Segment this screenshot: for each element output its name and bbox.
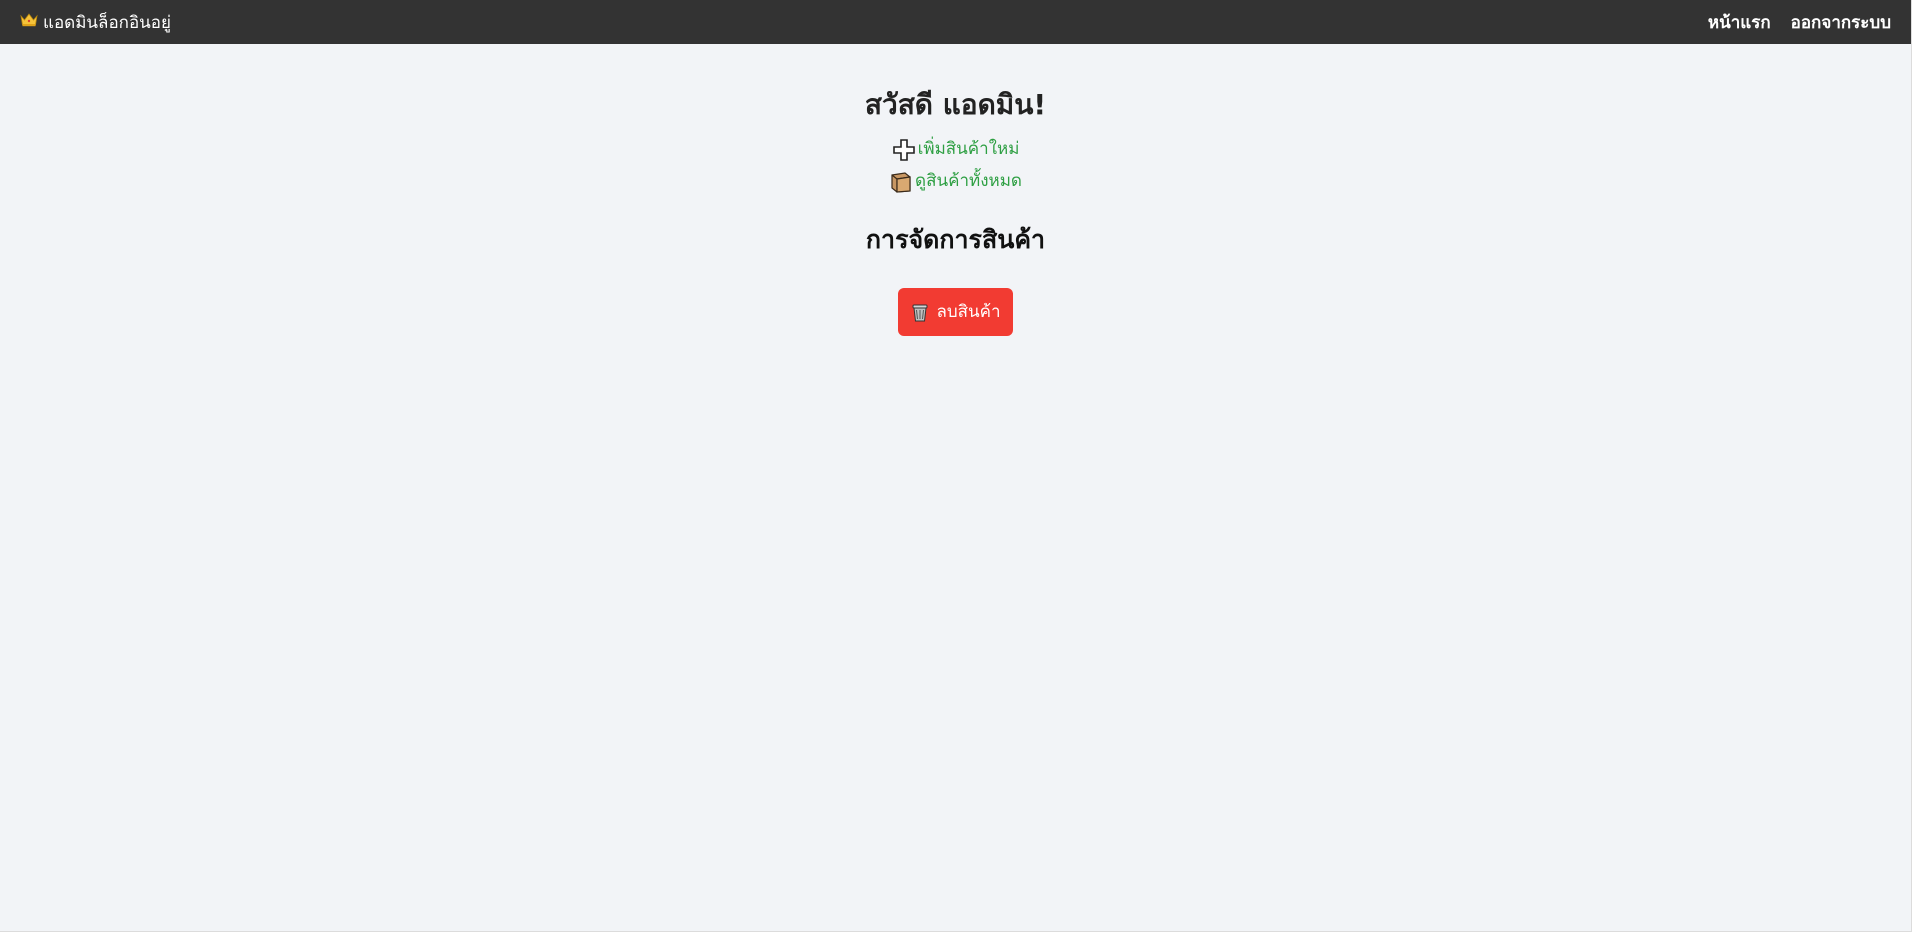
trash-icon [910,302,930,322]
add-product-link[interactable]: เพิ่มสินค้าใหม่ [892,138,1020,162]
view-products-label: ดูสินค้าทั้งหมด [915,170,1022,191]
delete-product-button[interactable]: ลบสินค้า [898,287,1013,336]
main-content: สวัสดี แอดมิน! เพิ่มสินค้าใหม่ ดูสินค้าท… [0,44,1911,336]
plus-icon [892,138,916,162]
section-title: การจัดการสินค้า [865,224,1046,254]
nav-links: หน้าแรก ออกจากระบบ [1688,9,1891,36]
greeting-heading: สวัสดี แอดมิน! [864,88,1047,121]
top-navbar: แอดมินล็อกอินอยู่ หน้าแรก ออกจากระบบ [0,0,1911,44]
page: แอดมินล็อกอินอยู่ หน้าแรก ออกจากระบบ สวั… [0,0,1912,932]
nav-home-link[interactable]: หน้าแรก [1708,9,1771,36]
view-products-link[interactable]: ดูสินค้าทั้งหมด [889,170,1022,194]
box-icon [889,170,913,194]
delete-product-label: ลบสินค้า [936,302,1001,323]
admin-status: แอดมินล็อกอินอยู่ [20,9,171,36]
nav-logout-link[interactable]: ออกจากระบบ [1791,9,1891,36]
crown-icon [20,13,38,31]
admin-links: เพิ่มสินค้าใหม่ ดูสินค้าทั้งหมด [0,138,1911,194]
add-product-label: เพิ่มสินค้าใหม่ [917,138,1020,159]
admin-status-text: แอดมินล็อกอินอยู่ [43,12,171,33]
